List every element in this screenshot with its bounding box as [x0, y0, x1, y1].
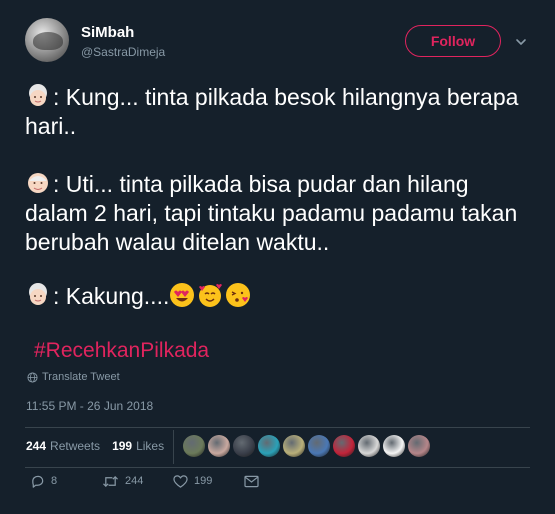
liker-avatar[interactable] [208, 435, 230, 457]
tweet-paragraph-2: : Uti... tinta pilkada bisa pudar dan hi… [25, 170, 535, 257]
liker-avatar[interactable] [358, 435, 380, 457]
retweet-icon [103, 475, 118, 487]
heart-icon [173, 474, 188, 488]
direct-message-button[interactable] [244, 475, 259, 488]
follow-button[interactable]: Follow [405, 25, 501, 57]
reply-button[interactable]: 8 [30, 474, 57, 489]
display-name[interactable]: SiMbah [81, 24, 134, 41]
tweet-paragraph-3: : Kakung.... [25, 282, 535, 311]
heart-eyes-emoji [170, 283, 195, 307]
likes-count: 199 [112, 439, 133, 453]
tweet-timestamp[interactable]: 11:55 PM - 26 Jun 2018 [26, 399, 153, 413]
liker-avatar[interactable] [383, 435, 405, 457]
liker-avatar[interactable] [258, 435, 280, 457]
translate-label: Translate Tweet [42, 371, 120, 383]
likes-label: Likes [136, 439, 165, 453]
retweet-button[interactable]: 244 [102, 474, 143, 489]
likes-stat[interactable]: 199 Likes [112, 439, 164, 453]
tweet-paragraph-1: : Kung... tinta pilkada besok hilangnya … [25, 83, 535, 141]
liker-avatar[interactable] [233, 435, 255, 457]
liker-avatar[interactable] [333, 435, 355, 457]
envelope-icon [244, 475, 259, 487]
like-button[interactable]: 199 [173, 474, 212, 489]
hashtag-link[interactable]: #RecehkanPilkada [34, 339, 209, 363]
tweet-line-1: : Kung... tinta pilkada besok hilangnya … [25, 84, 519, 139]
retweet-action-count: 244 [125, 475, 144, 487]
user-handle[interactable]: @SastraDimeja [81, 45, 165, 59]
reply-icon [32, 475, 44, 488]
divider [173, 430, 174, 464]
chevron-down-icon[interactable] [515, 36, 527, 48]
retweets-count: 244 [26, 439, 47, 453]
globe-icon [27, 371, 38, 383]
tweet-line-3: : Kakung.... [53, 283, 170, 309]
liker-avatar[interactable] [408, 435, 430, 457]
old-woman-emoji [29, 283, 47, 305]
retweets-stat[interactable]: 244 Retweets [26, 439, 100, 453]
translate-tweet-link[interactable]: Translate Tweet [27, 371, 120, 383]
tweet-line-2: : Uti... tinta pilkada bisa pudar dan hi… [25, 171, 518, 255]
liker-avatar[interactable] [183, 435, 205, 457]
engagement-stats: 244 Retweets 199 Likes [26, 439, 164, 453]
liker-avatar[interactable] [283, 435, 305, 457]
retweets-label: Retweets [50, 439, 101, 453]
reply-count: 8 [51, 475, 58, 487]
smiling-face-with-hearts-emoji [199, 284, 223, 307]
face-blowing-kiss-emoji [226, 283, 251, 307]
old-woman-emoji [29, 84, 47, 106]
like-action-count: 199 [194, 475, 213, 487]
tweet-card: SiMbah @SastraDimeja Follow : Kung... ti… [0, 0, 555, 514]
liker-avatars [183, 435, 430, 457]
avatar[interactable] [25, 18, 69, 62]
liker-avatar[interactable] [308, 435, 330, 457]
divider [25, 427, 530, 428]
old-man-emoji [28, 173, 48, 193]
divider [25, 467, 530, 468]
